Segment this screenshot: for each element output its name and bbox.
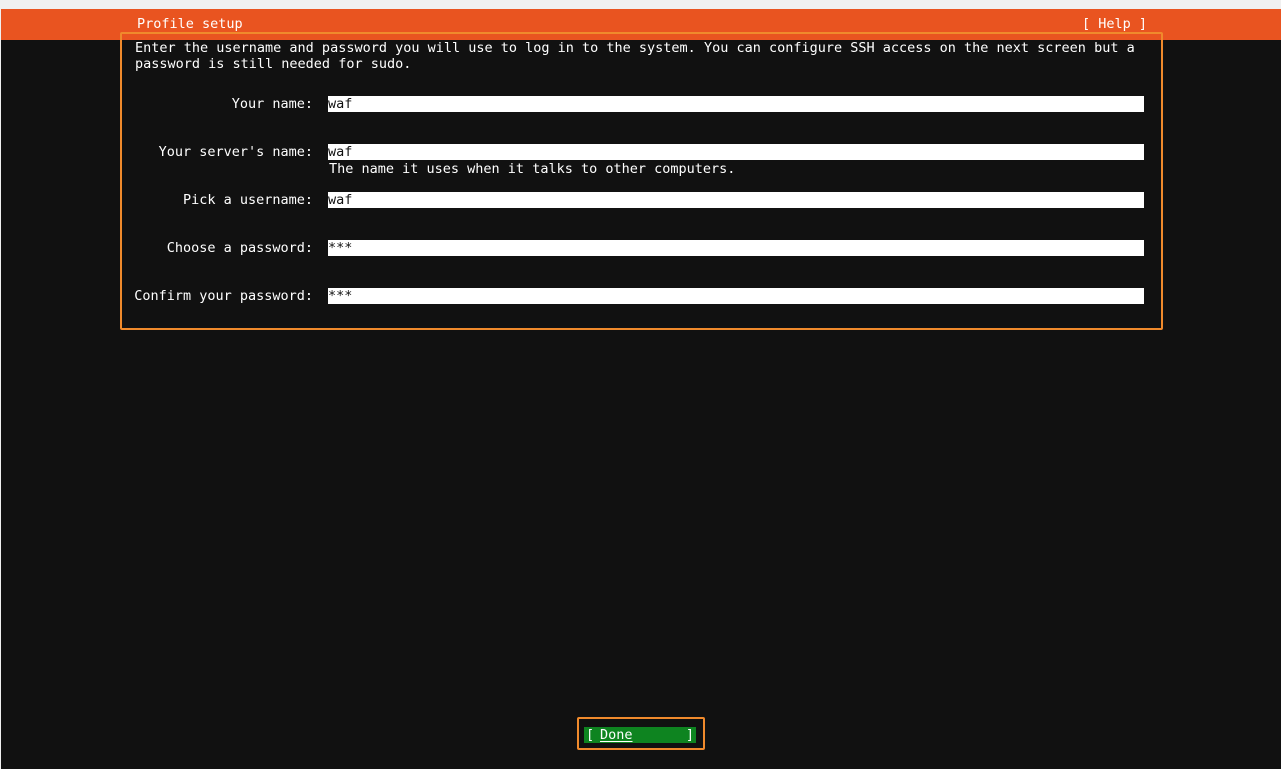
done-button[interactable]: [ Done ] bbox=[584, 727, 696, 743]
password-field[interactable]: *** bbox=[328, 240, 1144, 256]
password-label: Choose a password: bbox=[166, 240, 313, 256]
confirm-password-field[interactable]: *** bbox=[328, 288, 1144, 304]
server-name-hint: The name it uses when it talks to other … bbox=[329, 161, 736, 177]
server-name-field[interactable]: waf bbox=[328, 144, 1144, 160]
done-bracket-left: [ bbox=[586, 727, 595, 743]
username-field[interactable]: waf bbox=[328, 192, 1144, 208]
your-name-label: Your name: bbox=[231, 96, 313, 112]
done-button-label: Done bbox=[600, 727, 633, 743]
username-label: Pick a username: bbox=[182, 192, 313, 208]
confirm-password-label: Confirm your password: bbox=[134, 288, 313, 304]
server-name-label: Your server's name: bbox=[158, 144, 313, 160]
intro-text: Enter the username and password you will… bbox=[135, 40, 1143, 72]
done-bracket-right: ] bbox=[685, 727, 694, 743]
your-name-field[interactable]: waf bbox=[328, 96, 1144, 112]
profile-form-frame bbox=[120, 32, 1163, 330]
page-title: Profile setup bbox=[137, 16, 243, 32]
help-button[interactable]: [ Help ] bbox=[1082, 16, 1147, 32]
